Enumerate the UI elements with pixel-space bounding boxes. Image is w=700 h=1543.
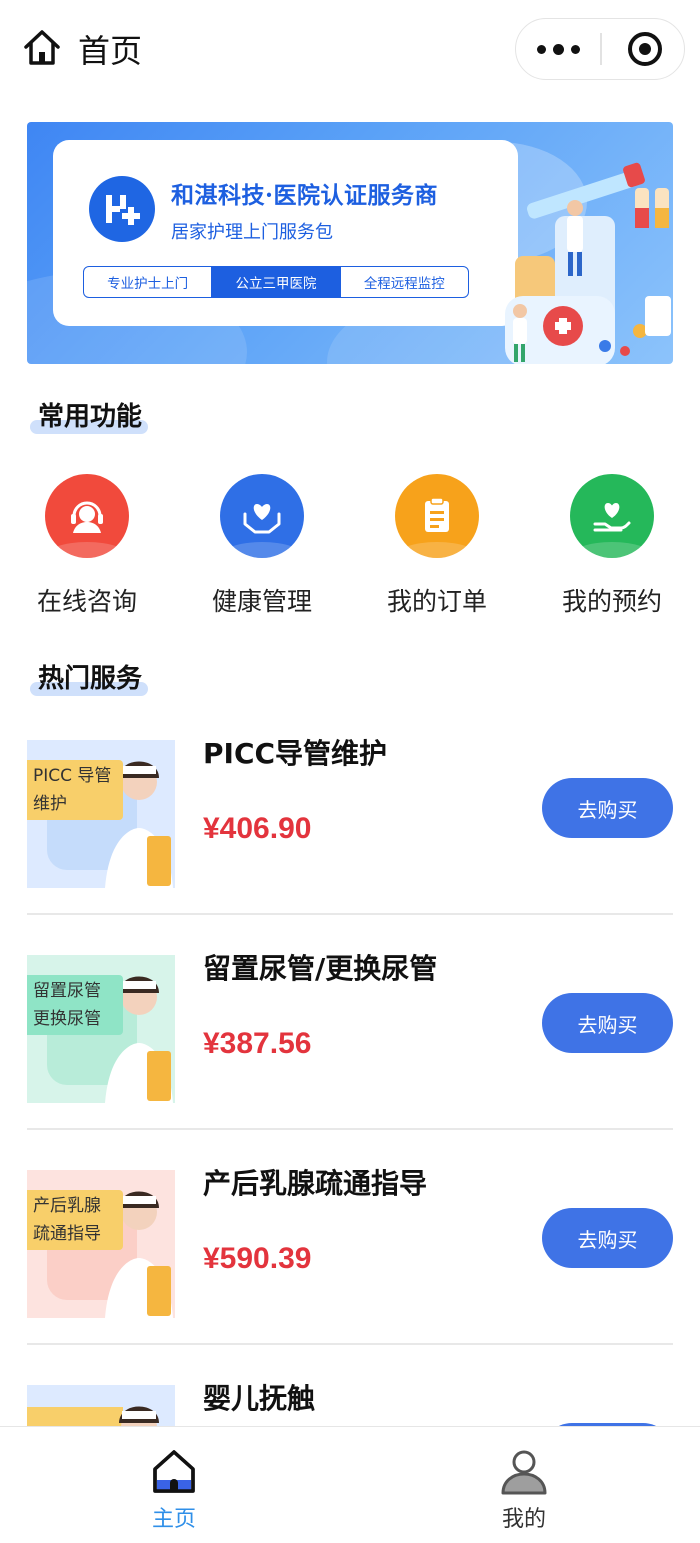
func-label: 健康管理 — [211, 587, 312, 616]
tab-mine[interactable]: 我的 — [474, 1447, 574, 1533]
service-price: ¥406.90 — [203, 812, 312, 845]
banner-tag: 全程远程监控 — [363, 276, 445, 292]
func-my-appointments[interactable]: 我的预约 — [552, 474, 672, 618]
section-title-functions: 常用功能 — [38, 402, 143, 432]
buy-button[interactable]: 去购买 — [542, 993, 673, 1053]
banner-subline: 居家护理上门服务包 — [171, 222, 333, 243]
home-tab-icon — [149, 1447, 199, 1497]
capsule-divider — [600, 33, 602, 65]
service-item[interactable]: 留置尿管 更换尿管 留置尿管/更换尿管 ¥387.56 去购买 — [27, 945, 673, 1160]
mini-program-capsule — [515, 18, 685, 80]
user-icon — [499, 1447, 549, 1497]
func-label: 我的订单 — [386, 587, 487, 616]
tab-home[interactable]: 主页 — [124, 1447, 224, 1533]
promo-banner[interactable]: 和湛科技·医院认证服务商 居家护理上门服务包 专业护士上门 公立三甲医院 全程远… — [27, 122, 673, 364]
tab-home-label: 主页 — [151, 1507, 196, 1532]
func-my-orders[interactable]: 我的订单 — [377, 474, 497, 618]
heart-hand-icon — [570, 474, 654, 558]
func-label: 我的预约 — [561, 587, 662, 616]
medical-illustration — [505, 162, 671, 364]
buy-button[interactable]: 去购买 — [542, 1208, 673, 1268]
banner-tag: 公立三甲医院 — [212, 267, 341, 297]
tab-mine-label: 我的 — [501, 1507, 546, 1532]
brand-logo-icon — [89, 176, 155, 242]
banner-card: 和湛科技·医院认证服务商 居家护理上门服务包 专业护士上门 公立三甲医院 全程远… — [53, 140, 518, 326]
service-thumb-tag: 产后乳腺 疏通指导 — [27, 1190, 123, 1250]
home-icon[interactable] — [22, 28, 62, 68]
service-name: 留置尿管/更换尿管 — [203, 952, 438, 985]
banner-tag-group: 专业护士上门 公立三甲医院 全程远程监控 — [83, 266, 469, 298]
service-thumbnail: 留置尿管 更换尿管 — [27, 955, 175, 1103]
service-name: 产后乳腺疏通指导 — [203, 1167, 428, 1200]
service-thumbnail: PICC 导管维护 — [27, 740, 175, 888]
func-health-management[interactable]: 健康管理 — [202, 474, 322, 618]
more-menu-icon[interactable] — [516, 19, 600, 79]
service-thumb-tag: PICC 导管维护 — [27, 760, 123, 820]
banner-tag: 专业护士上门 — [84, 267, 213, 297]
heart-hands-icon — [220, 474, 304, 558]
bottom-tab-bar: 主页 我的 — [0, 1426, 700, 1543]
service-price: ¥590.39 — [203, 1242, 312, 1275]
section-title-services: 热门服务 — [38, 664, 143, 694]
service-item[interactable]: 产后乳腺 疏通指导 产后乳腺疏通指导 ¥590.39 去购买 — [27, 1160, 673, 1375]
nav-header: 首页 — [0, 0, 700, 100]
service-name: PICC导管维护 — [203, 737, 388, 770]
buy-button[interactable]: 去购买 — [542, 778, 673, 838]
divider — [27, 1343, 673, 1345]
divider — [27, 1128, 673, 1130]
service-thumb-tag: 留置尿管 更换尿管 — [27, 975, 123, 1035]
service-thumbnail: 产后乳腺 疏通指导 — [27, 1170, 175, 1318]
service-item[interactable]: PICC 导管维护 PICC导管维护 ¥406.90 去购买 — [27, 730, 673, 945]
service-name: 婴儿抚触 — [203, 1382, 316, 1415]
service-price: ¥387.56 — [203, 1027, 312, 1060]
banner-headline: 和湛科技·医院认证服务商 — [171, 182, 439, 209]
divider — [27, 913, 673, 915]
page-title: 首页 — [78, 32, 143, 70]
func-label: 在线咨询 — [36, 587, 137, 616]
close-target-icon[interactable] — [628, 32, 662, 66]
headset-icon — [45, 474, 129, 558]
func-online-consult[interactable]: 在线咨询 — [27, 474, 147, 618]
clipboard-icon — [395, 474, 479, 558]
